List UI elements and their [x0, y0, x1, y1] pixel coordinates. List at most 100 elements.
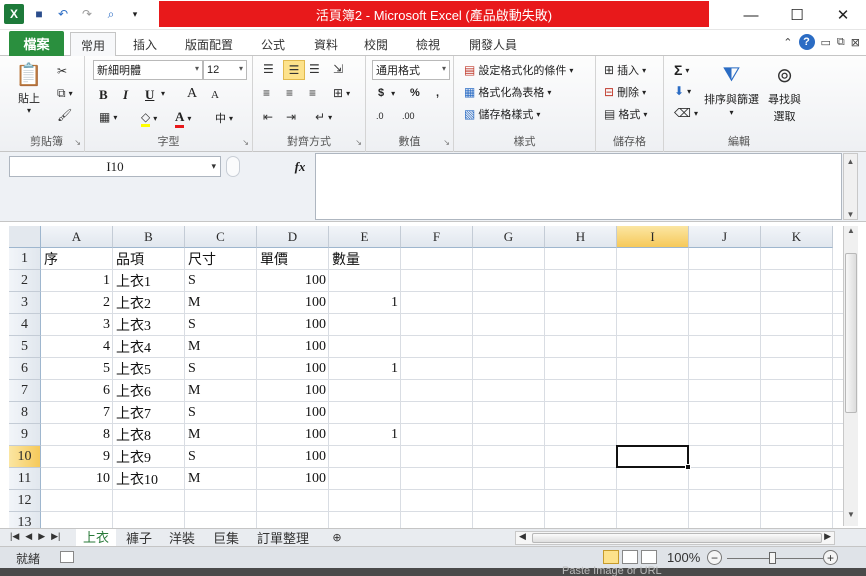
- copy-button[interactable]: ⧉ ▾: [57, 86, 73, 101]
- cell-a7[interactable]: 6: [41, 380, 113, 402]
- row-header-7[interactable]: 7: [9, 380, 41, 402]
- cell-d7[interactable]: 100: [257, 380, 329, 402]
- column-header-k[interactable]: K: [761, 226, 833, 248]
- minimize-button[interactable]: —: [728, 0, 774, 30]
- row-header-5[interactable]: 5: [9, 336, 41, 358]
- cell-b11[interactable]: 上衣10: [113, 468, 185, 490]
- insert-function-button[interactable]: fx: [288, 156, 312, 177]
- cell-d2[interactable]: 100: [257, 270, 329, 292]
- underline-dropdown-icon[interactable]: ▾: [161, 89, 165, 98]
- cell-b3[interactable]: 上衣2: [113, 292, 185, 314]
- cell-c2[interactable]: S: [185, 270, 257, 292]
- redo-icon[interactable]: ↷: [78, 5, 96, 23]
- formula-scroll-up-icon[interactable]: ▲: [844, 157, 857, 166]
- conditional-formatting-button[interactable]: ▤ 設定格式化的條件 ▾: [464, 62, 573, 78]
- cell-c5[interactable]: M: [185, 336, 257, 358]
- tab-review[interactable]: 校閱: [355, 32, 397, 56]
- worksheet-grid[interactable]: ▲ ▼ A B C D E F G H I J K 1 2 3 4 5 6 7 8 9 10 11 12 13 序品項 尺寸 單價數…: [0, 222, 866, 528]
- cell-c1[interactable]: 尺寸: [185, 248, 257, 270]
- page-layout-view-icon[interactable]: [622, 550, 638, 564]
- cell-styles-button[interactable]: ▧ 儲存格樣式 ▾: [464, 106, 540, 122]
- cell-d11[interactable]: 100: [257, 468, 329, 490]
- doc-minimize-icon[interactable]: ▭: [821, 36, 831, 49]
- close-button[interactable]: ✕: [820, 0, 866, 30]
- wrap-text-button[interactable]: ↵ ▾: [315, 110, 332, 124]
- name-box-dropdown-icon[interactable]: ▾: [211, 161, 216, 172]
- cell-e3[interactable]: 1: [329, 292, 401, 314]
- cell-c3[interactable]: M: [185, 292, 257, 314]
- font-color-button[interactable]: A ▾: [175, 109, 191, 128]
- tab-file[interactable]: 檔案: [9, 31, 64, 56]
- row-header-3[interactable]: 3: [9, 292, 41, 314]
- cell-b5[interactable]: 上衣4: [113, 336, 185, 358]
- zoom-level[interactable]: 100%: [667, 550, 700, 565]
- cell-c11[interactable]: M: [185, 468, 257, 490]
- orientation-button[interactable]: ⇲: [333, 62, 343, 76]
- tab-page-layout[interactable]: 版面配置: [178, 32, 240, 56]
- cell-b9[interactable]: 上衣8: [113, 424, 185, 446]
- cell-d8[interactable]: 100: [257, 402, 329, 424]
- format-painter-button[interactable]: 🖌: [57, 108, 72, 122]
- cell-c4[interactable]: S: [185, 314, 257, 336]
- font-size-select[interactable]: 12 ▾: [203, 60, 247, 80]
- cell-e7[interactable]: [329, 380, 401, 402]
- tab-formulas[interactable]: 公式: [252, 32, 294, 56]
- column-header-f[interactable]: F: [401, 226, 473, 248]
- insert-sheet-icon[interactable]: ⊕: [324, 529, 350, 546]
- cell-e9[interactable]: 1: [329, 424, 401, 446]
- grow-font-button[interactable]: A: [187, 86, 197, 102]
- formula-bar-resize-handle[interactable]: [226, 156, 240, 177]
- column-header-a[interactable]: A: [41, 226, 113, 248]
- maximize-button[interactable]: ☐: [774, 0, 820, 30]
- sheet-tab-macros[interactable]: 巨集: [206, 529, 246, 547]
- help-icon[interactable]: ?: [798, 34, 815, 50]
- cell-b10[interactable]: 上衣9: [113, 446, 185, 468]
- formula-input[interactable]: [315, 153, 842, 220]
- sort-filter-button[interactable]: ⧨ 排序與篩選 ▾: [704, 60, 759, 118]
- scroll-down-icon[interactable]: ▼: [844, 510, 858, 524]
- italic-button[interactable]: I: [123, 87, 128, 103]
- name-box[interactable]: I10 ▾: [9, 156, 221, 177]
- horizontal-scroll-thumb[interactable]: [532, 533, 822, 543]
- align-left-button[interactable]: ≡: [263, 86, 270, 100]
- bold-button[interactable]: B: [99, 87, 108, 103]
- increase-decimal-button[interactable]: .0: [376, 111, 384, 121]
- active-cell-selection[interactable]: [616, 445, 691, 470]
- doc-restore-icon[interactable]: ⧉: [837, 36, 845, 49]
- cell-a10[interactable]: 9: [41, 446, 113, 468]
- zoom-slider-thumb[interactable]: [769, 552, 776, 564]
- column-header-b[interactable]: B: [113, 226, 185, 248]
- select-all-button[interactable]: [9, 226, 41, 248]
- cell-c8[interactable]: S: [185, 402, 257, 424]
- cell-d1[interactable]: 單價: [257, 248, 329, 270]
- column-header-c[interactable]: C: [185, 226, 257, 248]
- cell-a9[interactable]: 8: [41, 424, 113, 446]
- percent-button[interactable]: %: [410, 87, 420, 99]
- cell-c10[interactable]: S: [185, 446, 257, 468]
- cell-c6[interactable]: S: [185, 358, 257, 380]
- align-bottom-button[interactable]: ☰: [309, 62, 320, 76]
- cell-e10[interactable]: [329, 446, 401, 468]
- doc-close-icon[interactable]: ⊠: [851, 36, 860, 49]
- fill-handle[interactable]: [685, 464, 691, 470]
- autosum-button[interactable]: Σ ▾: [674, 62, 689, 78]
- merge-center-button[interactable]: ⊞ ▾: [333, 86, 350, 100]
- formula-scroll-down-icon[interactable]: ▼: [844, 210, 857, 219]
- row-header-11[interactable]: 11: [9, 468, 41, 490]
- align-right-button[interactable]: ≡: [309, 86, 316, 100]
- sheet-tab-tops[interactable]: 上衣: [76, 529, 116, 546]
- sheet-tab-dresses[interactable]: 洋裝: [162, 529, 202, 547]
- paste-button[interactable]: 📋 貼上 ▾: [15, 60, 43, 115]
- column-header-e[interactable]: E: [329, 226, 401, 248]
- cell-b1[interactable]: 品項: [113, 248, 185, 270]
- print-preview-icon[interactable]: ⌕: [102, 5, 120, 23]
- borders-button[interactable]: ▦ ▾: [99, 110, 117, 124]
- row-header-2[interactable]: 2: [9, 270, 41, 292]
- cell-a1[interactable]: 序: [41, 248, 113, 270]
- scroll-right-icon[interactable]: ▶: [824, 531, 831, 542]
- font-name-select[interactable]: 新細明體 ▾: [93, 60, 203, 80]
- increase-indent-button[interactable]: ⇥: [286, 110, 296, 124]
- cell-a8[interactable]: 7: [41, 402, 113, 424]
- cell-e8[interactable]: [329, 402, 401, 424]
- tab-home[interactable]: 常用: [70, 32, 116, 57]
